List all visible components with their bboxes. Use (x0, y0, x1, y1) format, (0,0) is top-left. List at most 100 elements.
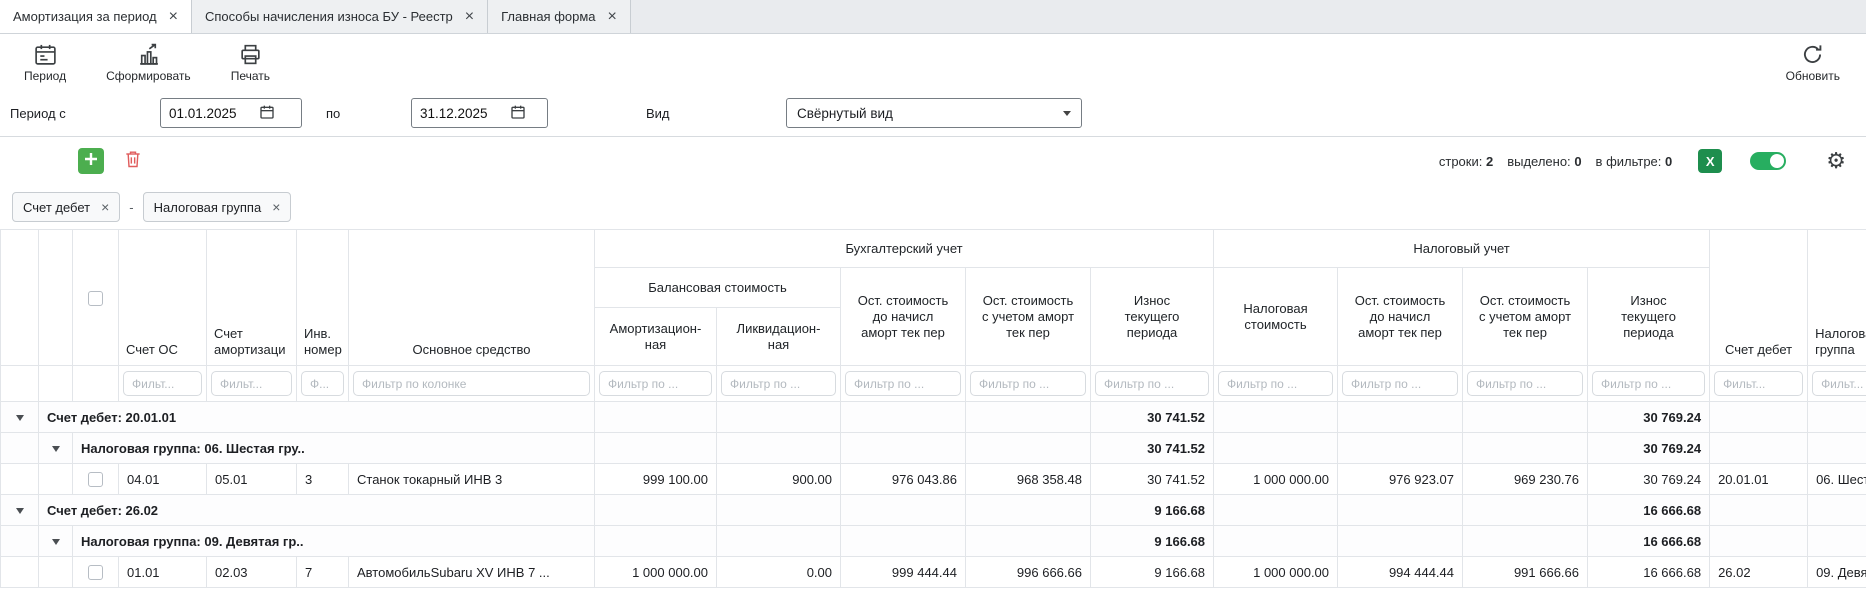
table-cell (1, 464, 39, 495)
group-chip-debit-account[interactable]: Счет дебет × (12, 192, 120, 222)
column-header-depreciable-value[interactable]: Амортизацион- ная (595, 308, 717, 366)
tab-label: Способы начисления износа БУ - Реестр (205, 9, 453, 24)
column-header-wear-nu[interactable]: Износ текущего периода (1588, 268, 1710, 366)
filter-input-tax-group[interactable] (1812, 371, 1866, 396)
column-header-residual-before-bu[interactable]: Ост. стоимость до начисл аморт тек пер (841, 268, 966, 366)
cell-residual-after-bu: 968 358.48 (966, 464, 1091, 495)
filter-cell (966, 366, 1091, 402)
group-row-tax-group-09[interactable]: Налоговая группа: 09. Девятая гр.. 9 166… (1, 526, 1866, 557)
column-header-tax-group[interactable]: Налоговая группа (1808, 230, 1866, 366)
period-from-input[interactable] (160, 98, 302, 128)
tab-close-icon[interactable]: × (465, 9, 474, 25)
table-cell (1, 433, 39, 464)
expander-cell[interactable] (39, 433, 73, 464)
print-button[interactable]: Печать (231, 42, 270, 83)
tab-amortization-period[interactable]: Амортизация за период × (0, 0, 192, 33)
chip-remove-icon[interactable]: × (101, 200, 109, 214)
view-select[interactable]: Свёрнутый вид (786, 98, 1082, 128)
expander-cell[interactable] (1, 402, 39, 433)
delete-row-button[interactable] (120, 148, 146, 174)
filter-input-wear-bu[interactable] (1095, 371, 1209, 396)
group-row-debit-20-01-01[interactable]: Счет дебет: 20.01.01 30 741.52 30 769.24 (1, 402, 1866, 433)
chip-separator: - (129, 200, 133, 215)
cell-wear-bu-total: 30 741.52 (1091, 402, 1214, 433)
table-cell (717, 402, 841, 433)
column-header-wear-bu[interactable]: Износ текущего периода (1091, 268, 1214, 366)
filter-input-liquidation[interactable] (721, 371, 836, 396)
collapse-arrow-icon[interactable] (16, 508, 24, 514)
row-checkbox[interactable] (88, 565, 103, 580)
column-header-account-depr[interactable]: Счет амортизаци (207, 230, 297, 366)
table-cell (39, 464, 73, 495)
excel-export-button[interactable]: X (1698, 149, 1722, 173)
period-to-input[interactable] (411, 98, 548, 128)
filter-cell (717, 366, 841, 402)
tab-wear-methods-registry[interactable]: Способы начисления износа БУ - Реестр × (192, 0, 488, 33)
gear-icon[interactable]: ⚙ (1826, 150, 1846, 172)
expander-cell[interactable] (1, 495, 39, 526)
column-header-liquidation-value[interactable]: Ликвидацион- ная (717, 308, 841, 366)
filter-input-debit-account[interactable] (1714, 371, 1803, 396)
table-cell (717, 526, 841, 557)
expander-cell[interactable] (39, 526, 73, 557)
cell-fixed-asset: Станок токарный ИНВ 3 (349, 464, 595, 495)
column-header-tax-value[interactable]: Налоговая стоимость (1214, 268, 1338, 366)
cell-wear-bu-total: 9 166.68 (1091, 495, 1214, 526)
group-chip-tax-group[interactable]: Налоговая группа × (143, 192, 292, 222)
collapse-arrow-icon[interactable] (52, 539, 60, 545)
filter-input-residual-after-nu[interactable] (1467, 371, 1583, 396)
filter-input-depreciable[interactable] (599, 371, 712, 396)
filter-cell (349, 366, 595, 402)
excel-icon: X (1706, 154, 1715, 169)
column-header-residual-after-nu[interactable]: Ост. стоимость с учетом аморт тек пер (1463, 268, 1588, 366)
column-header-inv-number[interactable]: Инв. номер (297, 230, 349, 366)
filter-input-account-depr[interactable] (211, 371, 292, 396)
column-header-residual-before-nu[interactable]: Ост. стоимость до начисл аморт тек пер (1338, 268, 1463, 366)
filter-toggle[interactable] (1750, 152, 1786, 170)
tab-main-form[interactable]: Главная форма × (488, 0, 631, 33)
filter-input-wear-nu[interactable] (1592, 371, 1705, 396)
chip-label: Налоговая группа (154, 200, 262, 215)
tab-close-icon[interactable]: × (608, 9, 617, 25)
row-checkbox[interactable] (88, 472, 103, 487)
column-header-residual-after-bu[interactable]: Ост. стоимость с учетом аморт тек пер (966, 268, 1091, 366)
header-expander-col (1, 230, 39, 366)
column-header-account-os[interactable]: Счет ОС (119, 230, 207, 366)
generate-button[interactable]: Сформировать (106, 42, 191, 83)
calendar-icon[interactable] (510, 104, 526, 123)
grid-toolbar: строки: 2 выделено: 0 в фильтре: 0 X ⚙ (0, 137, 1866, 185)
table-cell (1808, 402, 1866, 433)
filter-input-tax-value[interactable] (1218, 371, 1333, 396)
cell-residual-before-bu: 976 043.86 (841, 464, 966, 495)
filter-input-residual-before-bu[interactable] (845, 371, 961, 396)
collapse-arrow-icon[interactable] (16, 415, 24, 421)
period-button[interactable]: Период (24, 42, 66, 83)
group-label: Счет дебет: 26.02 (39, 495, 595, 526)
column-header-debit-account[interactable]: Счет дебет (1710, 230, 1808, 366)
calendar-icon[interactable] (259, 104, 275, 123)
group-row-tax-group-06[interactable]: Налоговая группа: 06. Шестая гру.. 30 74… (1, 433, 1866, 464)
data-row-asset-3[interactable]: 04.01 05.01 3 Станок токарный ИНВ 3 999 … (1, 464, 1866, 495)
filter-input-residual-before-nu[interactable] (1342, 371, 1458, 396)
filter-cell (1338, 366, 1463, 402)
filter-input-fixed-asset[interactable] (353, 371, 590, 396)
tab-close-icon[interactable]: × (169, 9, 178, 25)
group-row-debit-26-02[interactable]: Счет дебет: 26.02 9 166.68 16 666.68 (1, 495, 1866, 526)
tab-label: Главная форма (501, 9, 595, 24)
period-from-value[interactable] (169, 106, 253, 121)
refresh-button[interactable]: Обновить (1786, 42, 1840, 83)
subgroup-header-balance-value: Балансовая стоимость (595, 268, 841, 308)
select-all-checkbox[interactable] (88, 291, 103, 306)
filter-input-inv-number[interactable] (301, 371, 344, 396)
add-row-button[interactable] (78, 148, 104, 174)
table-cell (1808, 433, 1866, 464)
column-header-fixed-asset[interactable]: Основное средство (349, 230, 595, 366)
chip-remove-icon[interactable]: × (272, 200, 280, 214)
filter-input-account-os[interactable] (123, 371, 202, 396)
filter-input-residual-after-bu[interactable] (970, 371, 1086, 396)
collapse-arrow-icon[interactable] (52, 446, 60, 452)
data-row-asset-7[interactable]: 01.01 02.03 7 АвтомобильSubaru XV ИНВ 7 … (1, 557, 1866, 588)
period-to-value[interactable] (420, 106, 504, 121)
filter-cell (1588, 366, 1710, 402)
cell-residual-after-bu: 996 666.66 (966, 557, 1091, 588)
